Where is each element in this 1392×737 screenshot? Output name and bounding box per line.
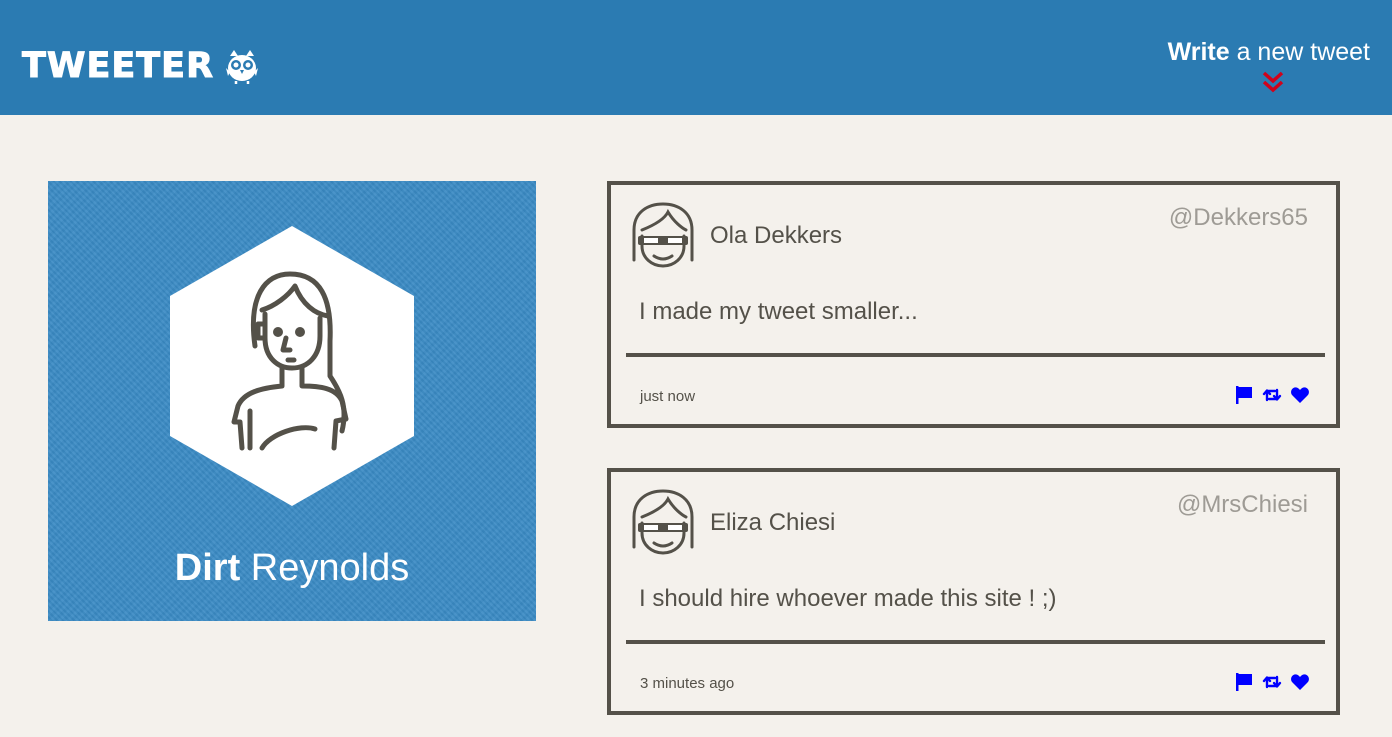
bird-icon	[222, 46, 262, 86]
double-chevron-down-icon[interactable]	[1261, 70, 1285, 94]
tweet-actions	[1234, 385, 1310, 405]
logo-text: TWEETER	[21, 46, 215, 87]
top-nav: TWEETER Write a new tweet	[0, 0, 1392, 115]
tweet-divider	[626, 640, 1325, 644]
tweet-text: I made my tweet smaller...	[639, 298, 918, 325]
tweet-author-name: Ola Dekkers	[710, 222, 843, 249]
tweet-author-handle: @Dekkers65	[1168, 204, 1308, 231]
compose-label: a new tweet	[1229, 38, 1370, 66]
flag-icon[interactable]	[1234, 672, 1254, 692]
heart-icon[interactable]	[1290, 385, 1310, 405]
logo[interactable]: TWEETER	[21, 46, 262, 87]
tweet-text: I should hire whoever made this site ! ;…	[639, 585, 1057, 612]
tweet-actions	[1234, 672, 1310, 692]
heart-icon[interactable]	[1290, 672, 1310, 692]
tweet-avatar	[632, 202, 694, 268]
tweet-card: Eliza Chiesi @MrsChiesi I should hire wh…	[607, 468, 1340, 715]
flag-icon[interactable]	[1234, 385, 1254, 405]
profile-first-name: Dirt	[174, 547, 241, 589]
tweet-author-name: Eliza Chiesi	[710, 509, 836, 536]
compose-tweet-button[interactable]: Write a new tweet	[1168, 36, 1370, 68]
tweet-author-handle: @MrsChiesi	[1176, 491, 1308, 518]
retweet-icon[interactable]	[1262, 672, 1282, 692]
profile-last-name: Reynolds	[240, 547, 410, 589]
tweet-timestamp: 3 minutes ago	[640, 675, 735, 692]
user-profile-card: Dirt Reynolds	[48, 181, 536, 621]
retweet-icon[interactable]	[1262, 385, 1282, 405]
tweet-card: Ola Dekkers @Dekkers65 I made my tweet s…	[607, 181, 1340, 428]
tweet-timestamp: just now	[640, 388, 696, 405]
compose-bold-label: Write	[1167, 38, 1230, 66]
tweet-divider	[626, 353, 1325, 357]
profile-name: Dirt Reynolds	[48, 543, 536, 593]
tweet-avatar	[632, 489, 694, 555]
profile-avatar	[170, 226, 414, 506]
